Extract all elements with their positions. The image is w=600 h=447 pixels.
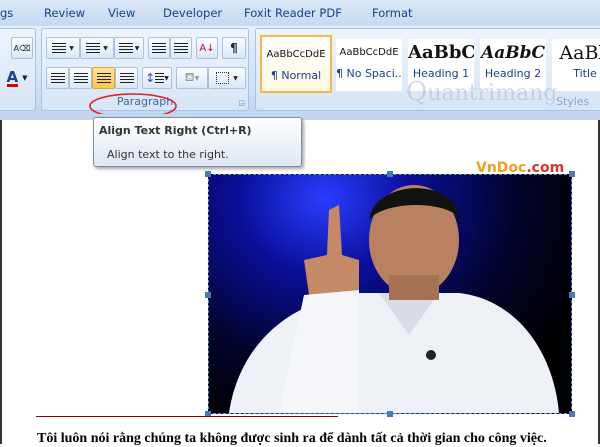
ribbon-tabs: gs Review View Developer Foxit Reader PD…: [0, 0, 600, 26]
paint-bucket-icon: ⛾: [184, 70, 195, 84]
ribbon: A⌫ A ▼ ▼ ▼ ▼ A↓ ¶ ↕ ▼ ⛾ ▼ ▼ Paragraph ◲ AaB…: [0, 26, 600, 119]
selected-photo[interactable]: [205, 171, 575, 417]
resize-handle[interactable]: [387, 411, 393, 417]
tooltip: Align Text Right (Ctrl+R) Align text to …: [93, 117, 302, 167]
eraser-icon: A⌫: [13, 43, 31, 53]
resize-handle[interactable]: [569, 411, 575, 417]
style-normal[interactable]: AaBbCcDdE ¶ Normal: [260, 35, 332, 93]
sort-button[interactable]: A↓: [196, 37, 218, 59]
tooltip-description: Align text to the right.: [107, 148, 229, 161]
justify-button[interactable]: [115, 67, 138, 89]
numbering-icon: [86, 43, 101, 53]
decrease-indent-icon: [152, 43, 166, 53]
style-no-spacing[interactable]: AaBbCcDdE ¶ No Spaci...: [336, 39, 402, 91]
align-left-button[interactable]: [46, 67, 69, 89]
align-left-icon: [50, 73, 65, 83]
quantrimang-watermark: Quantrimang: [406, 77, 558, 107]
tab-review[interactable]: Review: [44, 6, 85, 20]
tab-developer[interactable]: Developer: [163, 6, 222, 20]
align-center-icon: [73, 73, 88, 83]
pilcrow-icon: ¶: [230, 41, 238, 55]
multilevel-icon: [118, 43, 133, 53]
tab-foxit[interactable]: Foxit Reader PDF: [244, 6, 342, 20]
resize-handle[interactable]: [569, 292, 575, 298]
styles-group-label: Styles: [556, 95, 590, 108]
bullets-button[interactable]: ▼: [46, 37, 80, 59]
resize-handle[interactable]: [569, 171, 575, 177]
show-marks-button[interactable]: ¶: [222, 37, 246, 59]
center-button[interactable]: [69, 67, 92, 89]
resize-handle[interactable]: [387, 171, 393, 177]
styles-group: AaBbCcDdE ¶ Normal AaBbCcDdE ¶ No Spaci...…: [255, 28, 600, 111]
multilevel-list-button[interactable]: ▼: [114, 37, 144, 59]
increase-indent-icon: [174, 43, 188, 53]
tooltip-title: Align Text Right (Ctrl+R): [99, 124, 252, 137]
tab-settings[interactable]: gs: [0, 6, 13, 20]
document-text[interactable]: Tôi luôn nói rằng chúng ta không được si…: [37, 431, 547, 447]
align-right-button[interactable]: [92, 67, 115, 89]
borders-icon: [216, 72, 230, 84]
tab-format[interactable]: Format: [372, 6, 413, 20]
line-spacing-icon: ↕: [145, 71, 156, 85]
font-group: A⌫ A ▼: [0, 28, 36, 111]
line-spacing-button[interactable]: ↕ ▼: [142, 67, 172, 89]
clear-format-button[interactable]: A⌫: [11, 37, 33, 59]
shading-button[interactable]: ⛾ ▼: [176, 67, 208, 89]
vndoc-watermark: VnDoc.com: [476, 160, 565, 172]
person-figure: [229, 185, 559, 413]
increase-indent-button[interactable]: [170, 37, 192, 59]
tab-view[interactable]: View: [108, 6, 135, 20]
resize-handle[interactable]: [205, 171, 211, 177]
font-color-button[interactable]: A ▼: [1, 67, 33, 89]
paragraph-group: ▼ ▼ ▼ A↓ ¶ ↕ ▼ ⛾ ▼ ▼ Paragraph ◲: [41, 28, 249, 119]
align-right-icon: [96, 73, 111, 83]
bullets-icon: [52, 43, 67, 53]
horizontal-rule: [36, 416, 338, 417]
decrease-indent-button[interactable]: [148, 37, 170, 59]
justify-icon: [119, 73, 134, 83]
dialog-launcher-icon[interactable]: ◲: [238, 99, 245, 107]
sort-icon: A↓: [199, 42, 215, 54]
style-title[interactable]: AaBbTitle: [552, 39, 600, 91]
borders-button[interactable]: ▼: [208, 67, 246, 89]
resize-handle[interactable]: [205, 292, 211, 298]
numbering-button[interactable]: ▼: [80, 37, 114, 59]
font-color-icon: A: [6, 67, 19, 87]
